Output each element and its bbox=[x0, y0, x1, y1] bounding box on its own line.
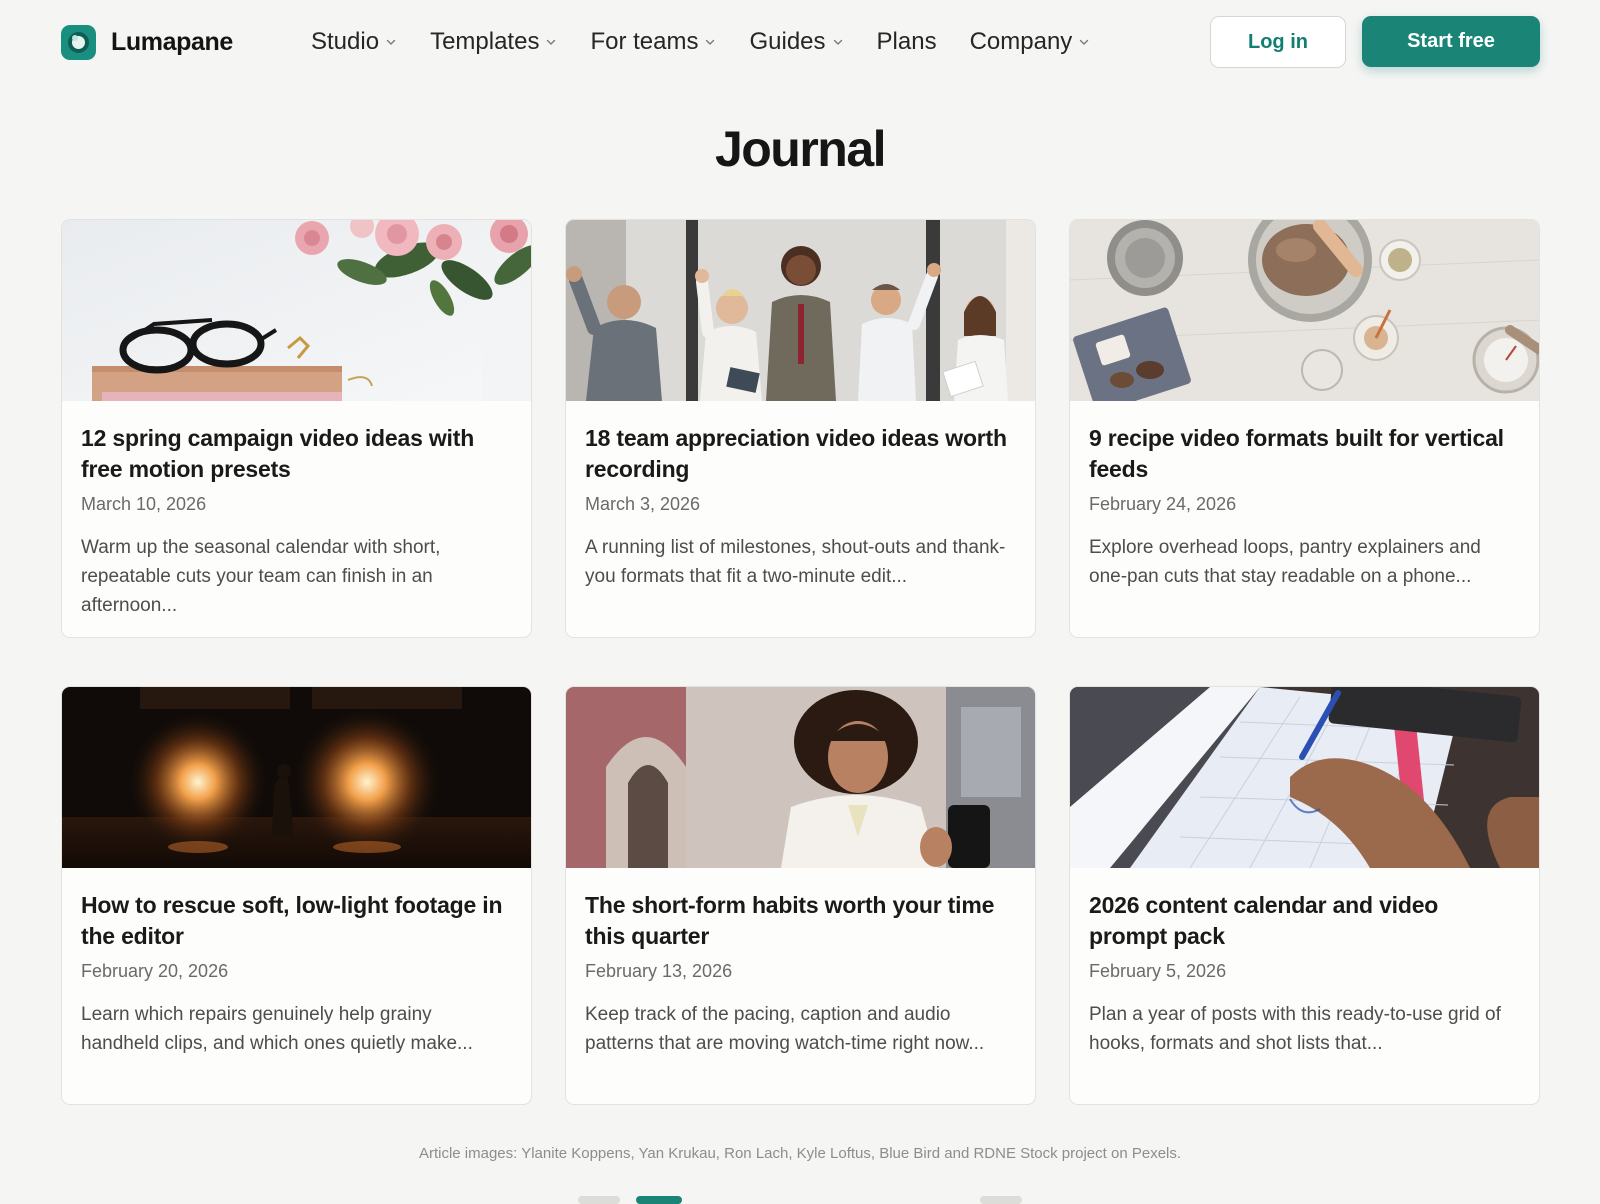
article-date: March 10, 2026 bbox=[81, 494, 207, 514]
article-image-team-celebrating bbox=[566, 220, 1035, 401]
article-date: March 3, 2026 bbox=[585, 494, 701, 514]
article-card[interactable]: The short-form habits worth your time th… bbox=[565, 686, 1036, 1105]
article-title[interactable]: The short-form habits worth your time th… bbox=[585, 890, 1016, 952]
nav-item-label: For teams bbox=[590, 28, 699, 55]
article-card-body: 12 spring campaign video ideas with free… bbox=[62, 401, 531, 620]
article-title[interactable]: 12 spring campaign video ideas with free… bbox=[81, 423, 512, 485]
nav-item-guides[interactable]: Guides bbox=[749, 28, 843, 56]
article-excerpt: Keep track of the pacing, caption and au… bbox=[585, 1004, 985, 1054]
article-excerpt: Explore overhead loops, pantry explainer… bbox=[1089, 537, 1481, 587]
article-date: February 24, 2026 bbox=[1089, 494, 1237, 514]
chevron-down-icon bbox=[547, 39, 556, 45]
nav-item-label: Plans bbox=[876, 28, 937, 55]
start-free-button[interactable]: Start free bbox=[1362, 16, 1540, 67]
article-card[interactable]: 9 recipe video formats built for vertica… bbox=[1069, 219, 1540, 638]
article-card-body: The short-form habits worth your time th… bbox=[566, 868, 1035, 1058]
article-card-body: 9 recipe video formats built for vertica… bbox=[1070, 401, 1539, 591]
login-button[interactable]: Log in bbox=[1210, 16, 1346, 68]
nav-item-label: Company bbox=[969, 28, 1073, 55]
article-card-body: 2026 content calendar and video prompt p… bbox=[1070, 868, 1539, 1058]
article-excerpt: Warm up the seasonal calendar with short… bbox=[81, 537, 441, 616]
nav-item-label: Guides bbox=[749, 28, 826, 55]
chevron-down-icon bbox=[386, 39, 396, 45]
article-image-low-light-tunnel bbox=[62, 687, 531, 868]
article-card-body: 18 team appreciation video ideas worth r… bbox=[566, 401, 1035, 591]
pagination-next-button[interactable] bbox=[980, 1196, 1022, 1204]
nav-item-for-teams[interactable]: For teams bbox=[590, 28, 716, 56]
article-card-body: How to rescue soft, low-light footage in… bbox=[62, 868, 531, 1058]
article-title[interactable]: How to rescue soft, low-light footage in… bbox=[81, 890, 512, 952]
article-date: February 5, 2026 bbox=[1089, 961, 1227, 981]
article-excerpt: A running list of milestones, shout-outs… bbox=[585, 537, 1006, 587]
article-card[interactable]: 2026 content calendar and video prompt p… bbox=[1069, 686, 1540, 1105]
article-title[interactable]: 9 recipe video formats built for vertica… bbox=[1089, 423, 1520, 485]
article-excerpt: Learn which repairs genuinely help grain… bbox=[81, 1004, 473, 1054]
nav-item-templates[interactable]: Templates bbox=[430, 28, 557, 56]
image-credit: Article images: Ylanite Koppens, Yan Kru… bbox=[418, 1145, 1182, 1162]
article-card[interactable]: How to rescue soft, low-light footage in… bbox=[61, 686, 532, 1105]
article-image-glasses-flowers bbox=[62, 220, 531, 401]
article-date: February 13, 2026 bbox=[585, 961, 733, 981]
article-image-calendar-planning bbox=[1070, 687, 1539, 868]
article-image-woman-phone bbox=[566, 687, 1035, 868]
article-date: February 20, 2026 bbox=[81, 961, 229, 981]
pagination-previous-button[interactable] bbox=[578, 1196, 620, 1204]
article-title[interactable]: 2026 content calendar and video prompt p… bbox=[1089, 890, 1520, 952]
brand-name: Lumapane bbox=[111, 27, 233, 56]
chevron-down-icon bbox=[1080, 39, 1089, 45]
lumapane-logo-icon bbox=[61, 24, 96, 60]
article-card[interactable]: 18 team appreciation video ideas worth r… bbox=[565, 219, 1036, 638]
page-title: Journal bbox=[714, 121, 887, 177]
nav-item-company[interactable]: Company bbox=[970, 28, 1091, 56]
brand-logo-link[interactable]: Lumapane bbox=[61, 24, 233, 60]
chevron-down-icon bbox=[706, 39, 715, 45]
site-header: Lumapane Studio Templates For teams Guid… bbox=[0, 0, 1600, 86]
article-title[interactable]: 18 team appreciation video ideas worth r… bbox=[585, 423, 1016, 485]
nav-item-label: Studio bbox=[311, 28, 380, 55]
pagination-current-page[interactable] bbox=[636, 1196, 682, 1204]
article-excerpt: Plan a year of posts with this ready-to-… bbox=[1089, 1004, 1501, 1054]
main-nav: Studio Templates For teams Guides Plans … bbox=[311, 22, 1123, 62]
article-card[interactable]: 12 spring campaign video ideas with free… bbox=[61, 219, 532, 638]
article-image-baking-overhead bbox=[1070, 220, 1539, 401]
nav-item-plans[interactable]: Plans bbox=[877, 28, 937, 56]
nav-item-studio[interactable]: Studio bbox=[311, 28, 397, 56]
chevron-down-icon bbox=[833, 39, 842, 45]
nav-item-label: Templates bbox=[430, 28, 540, 55]
